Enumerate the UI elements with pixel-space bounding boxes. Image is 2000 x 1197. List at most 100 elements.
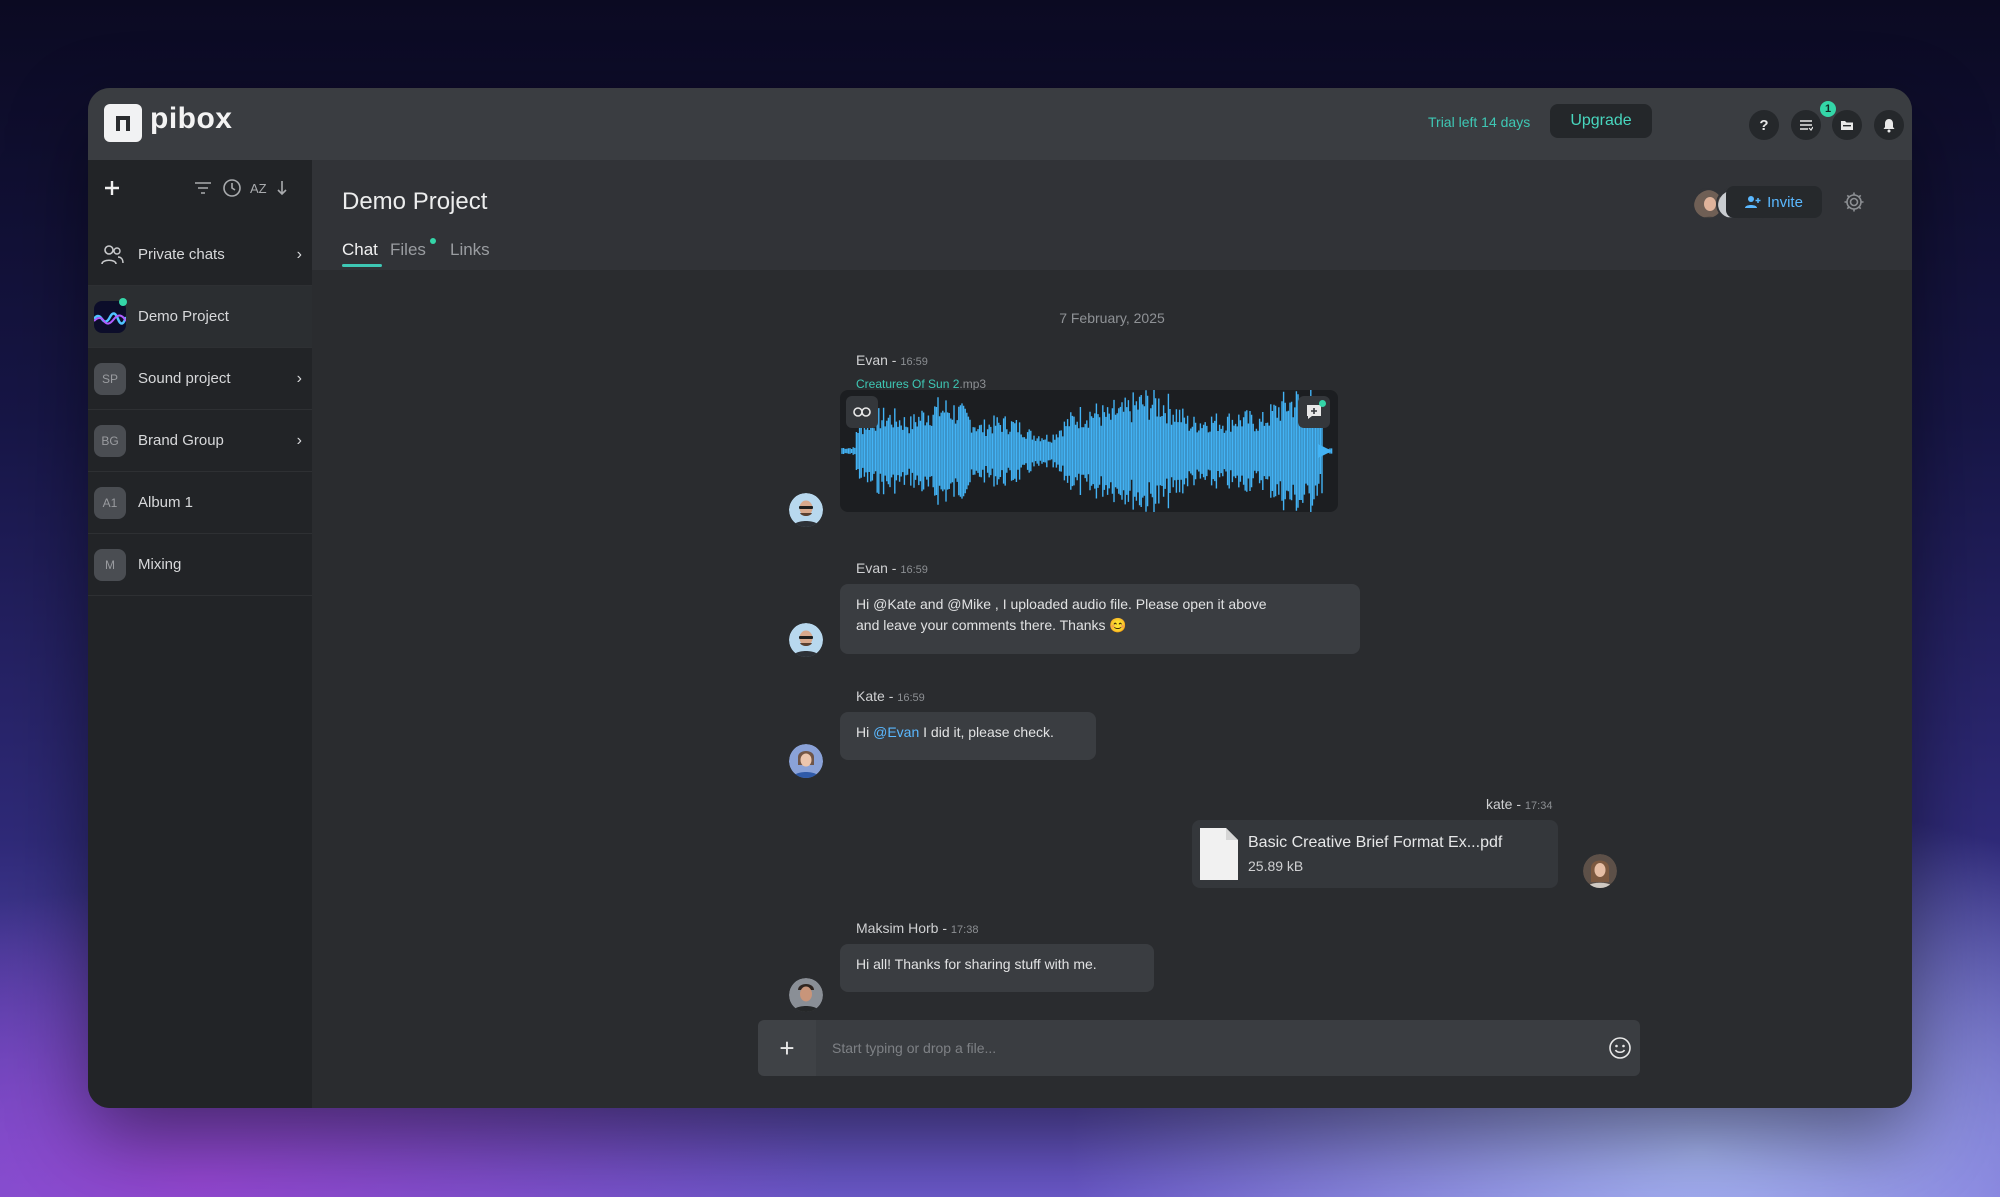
sidebar: AZ Private chats › Demo Project SP Sound… xyxy=(88,160,312,1108)
chevron-right-icon: › xyxy=(296,245,302,263)
notification-badge: 1 xyxy=(1820,101,1836,117)
avatar xyxy=(789,978,823,1012)
tab-links[interactable]: Links xyxy=(450,240,490,260)
project-badge: SP xyxy=(94,362,126,395)
sort-direction-icon[interactable] xyxy=(276,179,288,202)
link-icon[interactable] xyxy=(846,396,878,428)
sidebar-item-album-1[interactable]: A1 Album 1 xyxy=(88,472,312,534)
document-icon xyxy=(1200,828,1238,885)
message-text: I did it, please check. xyxy=(919,724,1054,740)
project-badge: BG xyxy=(94,424,126,457)
new-comment-dot xyxy=(1319,400,1326,407)
online-dot xyxy=(119,298,127,306)
message-input[interactable] xyxy=(816,1020,1640,1076)
waveform-path xyxy=(841,390,1333,512)
message-time: 17:38 xyxy=(950,924,979,936)
chevron-right-icon: › xyxy=(296,431,302,449)
file-attachment[interactable]: Basic Creative Brief Format Ex...pdf 25.… xyxy=(1192,820,1558,888)
message-meta: Kate - 16:59 xyxy=(856,688,925,704)
sidebar-item-label: Private chats xyxy=(138,246,225,263)
sidebar-item-label: Demo Project xyxy=(138,308,229,325)
message-author: Kate - xyxy=(856,688,898,704)
message-bubble: Hi @Kate and @Mike , I uploaded audio fi… xyxy=(840,584,1360,654)
sidebar-item-brand-group[interactable]: BG Brand Group › xyxy=(88,410,312,472)
message-time: 16:59 xyxy=(900,356,928,368)
top-bar: pibox Trial left 14 days Upgrade ? 1 xyxy=(88,88,1912,160)
logo-icon[interactable] xyxy=(104,104,142,142)
message-bubble: Hi @Evan I did it, please check. xyxy=(840,712,1096,760)
avatar xyxy=(789,493,823,527)
settings-icon[interactable] xyxy=(1842,190,1866,219)
waveform-end-marker xyxy=(1318,444,1332,458)
message-author: Evan - xyxy=(856,560,901,576)
sidebar-item-demo-project[interactable]: Demo Project xyxy=(88,286,312,348)
attach-button[interactable]: + xyxy=(758,1020,816,1076)
message-author: kate - xyxy=(1486,796,1525,812)
active-tab-indicator xyxy=(342,264,382,267)
invite-label: Invite xyxy=(1767,193,1803,211)
sidebar-toolbar: AZ xyxy=(88,160,312,216)
avatar xyxy=(789,744,823,778)
sidebar-item-label: Brand Group xyxy=(138,432,224,449)
avatar xyxy=(789,623,823,657)
users-icon xyxy=(100,244,124,271)
app-window: pibox Trial left 14 days Upgrade ? 1 AZ … xyxy=(88,88,1912,1108)
folder-icon[interactable] xyxy=(1832,110,1862,140)
sidebar-item-label: Album 1 xyxy=(138,494,194,511)
audio-waveform-player[interactable] xyxy=(840,390,1338,512)
list-icon[interactable] xyxy=(1791,110,1821,140)
sort-az-icon[interactable]: AZ xyxy=(250,179,272,202)
project-header: Demo Project Chat Files Links Invite xyxy=(312,160,1912,270)
bell-icon[interactable] xyxy=(1874,110,1904,140)
invite-button[interactable]: Invite xyxy=(1726,186,1822,218)
project-badge: M xyxy=(94,548,126,581)
message-meta: Evan - 16:59 xyxy=(856,560,928,576)
tab-chat[interactable]: Chat xyxy=(342,240,378,260)
date-separator: 7 February, 2025 xyxy=(1059,310,1165,326)
audio-waveform[interactable] xyxy=(840,390,1338,512)
help-icon[interactable]: ? xyxy=(1749,110,1779,140)
upgrade-button[interactable]: Upgrade xyxy=(1550,104,1652,138)
trial-text: Trial left 14 days xyxy=(1428,114,1531,130)
message-author: Evan - xyxy=(856,352,901,368)
sidebar-item-mixing[interactable]: M Mixing xyxy=(88,534,312,596)
add-icon[interactable] xyxy=(102,178,122,203)
help-icon-label: ? xyxy=(1759,116,1769,134)
avatar xyxy=(1583,854,1617,888)
main-panel: Demo Project Chat Files Links Invite 7 F… xyxy=(312,160,1912,1108)
sidebar-item-label: Mixing xyxy=(138,556,182,573)
audio-file-name: Creatures Of Sun 2 xyxy=(856,377,960,391)
clock-icon[interactable] xyxy=(222,178,242,203)
message-meta: Evan - 16:59 xyxy=(856,352,928,368)
message-text-line: Hi @Kate and @Mike , I uploaded audio fi… xyxy=(856,596,1267,612)
message-author: Maksim Horb - xyxy=(856,920,951,936)
chevron-right-icon: › xyxy=(296,369,302,387)
message-text: Hi xyxy=(856,724,874,740)
file-size: 25.89 kB xyxy=(1248,858,1304,874)
message-time: 16:59 xyxy=(897,692,925,704)
filter-icon[interactable] xyxy=(194,180,212,201)
message-text: Hi all! Thanks for sharing stuff with me… xyxy=(856,956,1097,972)
message-meta: Maksim Horb - 17:38 xyxy=(856,920,978,936)
message-composer: + xyxy=(758,1020,1640,1076)
message-time: 17:34 xyxy=(1524,800,1553,812)
files-new-dot xyxy=(430,238,436,244)
svg-text:AZ: AZ xyxy=(250,181,267,196)
mention-link[interactable]: @Evan xyxy=(873,724,919,740)
page-title: Demo Project xyxy=(342,188,488,215)
message-meta: kate - 17:34 xyxy=(1486,796,1552,812)
sidebar-item-sound-project[interactable]: SP Sound project › xyxy=(88,348,312,410)
emoji-icon[interactable] xyxy=(1608,1036,1632,1065)
tab-files[interactable]: Files xyxy=(390,240,426,260)
message-time: 16:59 xyxy=(900,564,928,576)
app-name: pibox xyxy=(150,102,233,135)
file-title: Basic Creative Brief Format Ex...pdf xyxy=(1248,834,1503,851)
sidebar-item-label: Sound project xyxy=(138,370,231,387)
add-comment-icon[interactable] xyxy=(1298,396,1330,428)
sidebar-item-private-chats[interactable]: Private chats › xyxy=(88,224,312,286)
audio-file-ext: .mp3 xyxy=(959,377,987,391)
audio-file-link[interactable]: Creatures Of Sun 2.mp3 xyxy=(856,377,986,391)
add-user-icon xyxy=(1745,196,1761,208)
project-badge: A1 xyxy=(94,486,126,519)
message-text-line: and leave your comments there. Thanks 😊 xyxy=(856,617,1127,633)
